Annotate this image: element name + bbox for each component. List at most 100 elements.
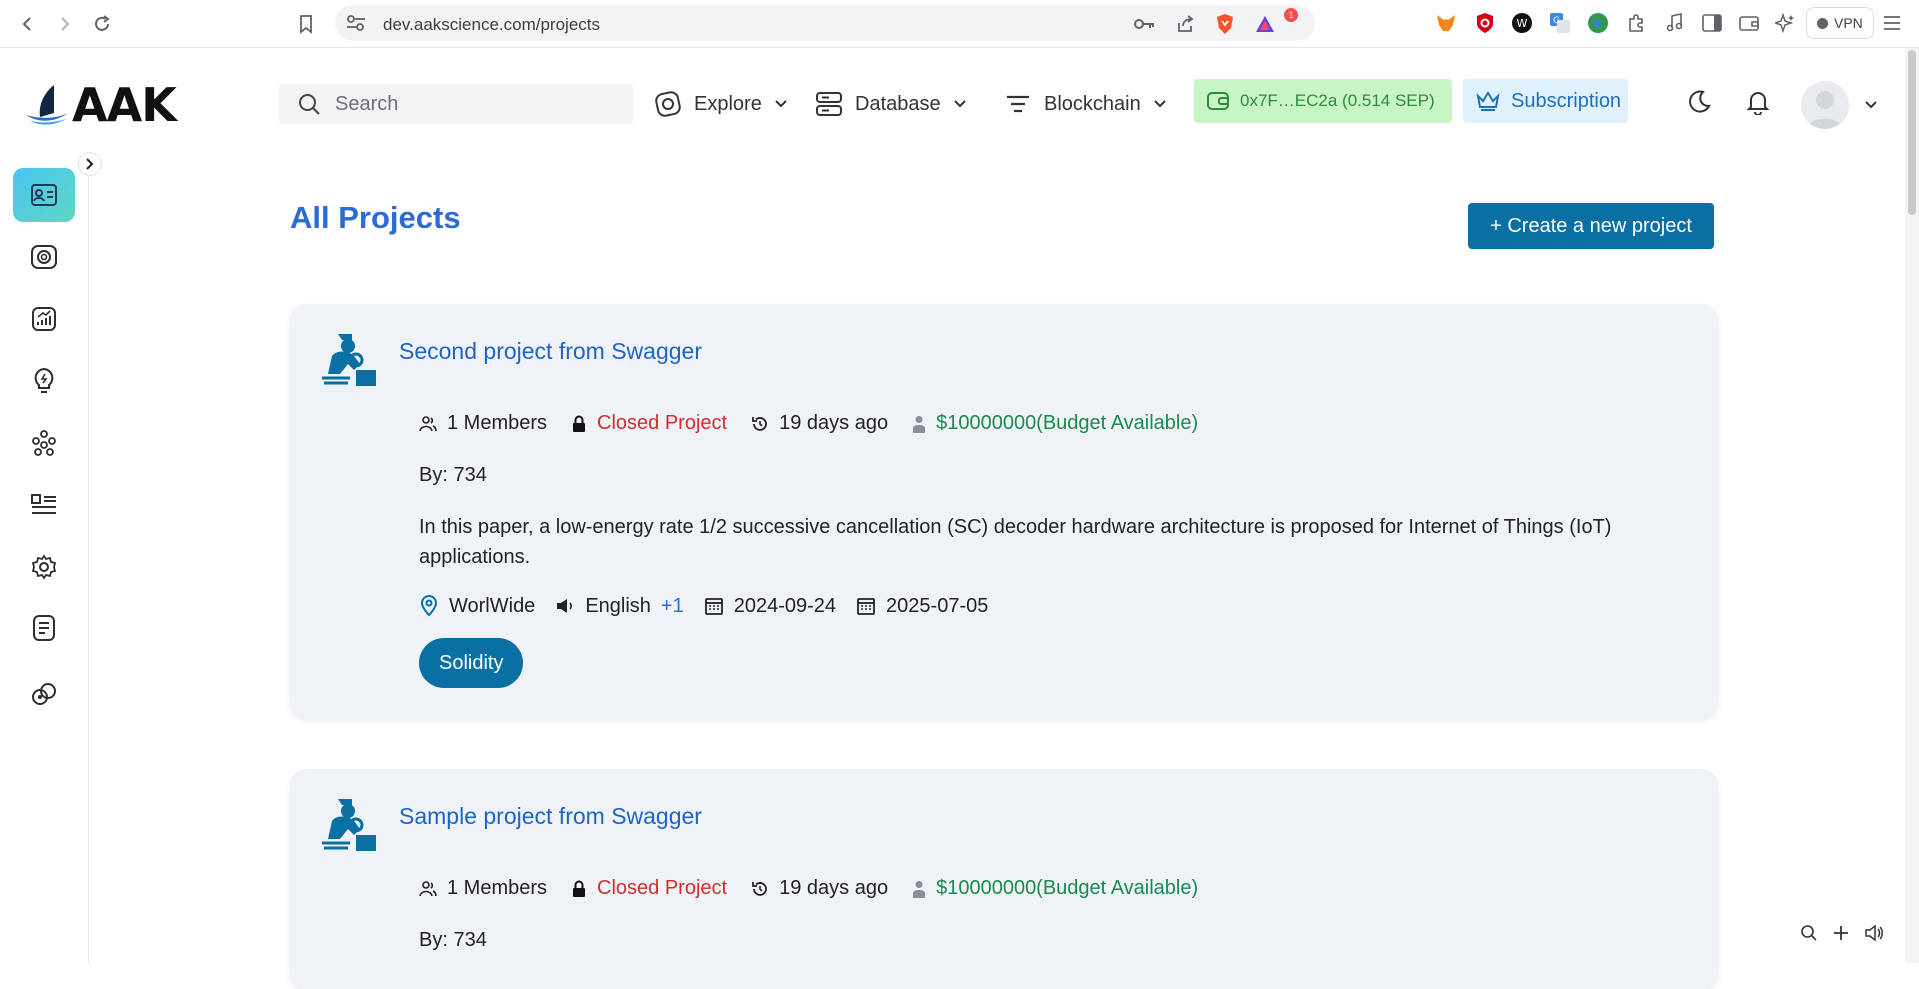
- floating-tools: [1800, 924, 1884, 942]
- sidebar-item-settings[interactable]: [13, 540, 75, 594]
- leo-ai-icon[interactable]: [1773, 11, 1797, 35]
- music-note-icon[interactable]: [1662, 11, 1686, 35]
- sidebar-item-media[interactable]: [13, 230, 75, 284]
- menu-explore[interactable]: Explore: [654, 85, 788, 123]
- menu-explore-label: Explore: [694, 92, 762, 115]
- document-icon: [31, 614, 57, 642]
- forward-icon[interactable]: [50, 10, 78, 38]
- search-icon[interactable]: [1800, 924, 1818, 942]
- translate-icon[interactable]: G: [1548, 11, 1572, 35]
- project-end-date: 2025-07-05: [856, 595, 988, 618]
- search-icon: [297, 92, 321, 116]
- members-count: 1 Members: [419, 877, 547, 900]
- browser-toolbar: dev.aakscience.com/projects 1 W G VPN: [0, 0, 1919, 48]
- calendar-icon: [704, 596, 724, 616]
- page-title: All Projects: [290, 200, 461, 235]
- url-text: dev.aakscience.com/projects: [383, 15, 601, 34]
- scrollbar-thumb[interactable]: [1908, 50, 1916, 215]
- wallet-icon[interactable]: [1737, 11, 1761, 35]
- browser-menu-icon[interactable]: [1880, 11, 1904, 35]
- svg-text:W: W: [1517, 17, 1528, 30]
- menu-blockchain-label: Blockchain: [1044, 92, 1141, 115]
- project-status: Closed Project: [571, 877, 727, 900]
- link-icon: [30, 680, 58, 708]
- search-input[interactable]: [335, 92, 615, 116]
- share-icon[interactable]: [1173, 12, 1197, 36]
- project-tag[interactable]: Solidity: [419, 638, 524, 688]
- globe-extension-icon[interactable]: [1586, 11, 1610, 35]
- app-header: AAK Explore Database Blockchain 0x7F…EC2…: [0, 49, 1905, 159]
- search-box[interactable]: [279, 84, 633, 124]
- brave-shield-icon[interactable]: [1213, 12, 1237, 36]
- extensions-puzzle-icon[interactable]: [1624, 11, 1648, 35]
- time-label: 19 days ago: [779, 412, 889, 434]
- aak-logo[interactable]: AAK: [24, 78, 177, 132]
- menu-blockchain[interactable]: Blockchain: [1004, 85, 1167, 123]
- ublock-icon[interactable]: [1473, 11, 1497, 35]
- wallet-button[interactable]: 0x7F…EC2a (0.514 SEP): [1194, 79, 1452, 123]
- chevron-down-icon: [774, 99, 788, 109]
- budget-label: $10000000(Budget Available): [936, 412, 1199, 434]
- members-label: 1 Members: [447, 877, 548, 899]
- speaker-icon[interactable]: [1864, 924, 1884, 942]
- history-icon: [751, 415, 769, 433]
- sidebar-item-ideas[interactable]: [13, 354, 75, 408]
- key-icon[interactable]: [1133, 12, 1157, 36]
- brave-rewards-icon[interactable]: [1253, 12, 1277, 36]
- sidebar-item-documents[interactable]: [13, 601, 75, 655]
- sidebar-toggle-icon[interactable]: [1700, 11, 1724, 35]
- chevron-down-icon: [1153, 99, 1167, 109]
- project-status: Closed Project: [571, 412, 727, 435]
- menu-database-label: Database: [855, 92, 941, 115]
- end-date-label: 2025-07-05: [886, 594, 989, 617]
- id-card-icon: [30, 183, 58, 207]
- sidebar-item-teams[interactable]: [13, 416, 75, 470]
- project-title[interactable]: Second project from Swagger: [399, 338, 702, 365]
- sidebar-item-integrations[interactable]: [13, 667, 75, 721]
- blockchain-icon: [1004, 90, 1032, 118]
- bell-icon[interactable]: [1742, 86, 1774, 118]
- address-bar[interactable]: dev.aakscience.com/projects: [335, 5, 1315, 41]
- database-icon: [815, 90, 843, 118]
- project-author: By: 734: [419, 929, 487, 951]
- reload-icon[interactable]: [88, 10, 116, 38]
- project-start-date: 2024-09-24: [704, 595, 836, 618]
- crown-icon: [1475, 90, 1501, 112]
- wikiwand-icon[interactable]: W: [1510, 11, 1534, 35]
- lock-icon: [571, 880, 587, 898]
- project-details: WorlWide English +1 2024-09-24 2025-07-0…: [419, 594, 1008, 618]
- project-time: 19 days ago: [751, 877, 888, 900]
- vpn-button[interactable]: VPN: [1806, 7, 1874, 39]
- chevron-down-icon[interactable]: [1855, 89, 1887, 121]
- calendar-icon: [856, 596, 876, 616]
- project-budget: $10000000(Budget Available): [912, 877, 1198, 900]
- dark-mode-icon[interactable]: [1683, 86, 1715, 118]
- language-extra-count[interactable]: +1: [661, 595, 684, 618]
- sail-logo-icon: [26, 85, 68, 125]
- menu-database[interactable]: Database: [815, 85, 967, 123]
- budget-label: $10000000(Budget Available): [936, 877, 1199, 899]
- project-card[interactable]: Second project from Swagger 1 Members Cl…: [290, 304, 1718, 718]
- bookmark-icon[interactable]: [292, 10, 320, 38]
- sidebar-item-projects[interactable]: [13, 168, 75, 222]
- create-project-button[interactable]: + Create a new project: [1468, 203, 1714, 249]
- project-meta: 1 Members Closed Project 19 days ago $10…: [419, 412, 1222, 435]
- project-researcher-icon: [318, 795, 380, 853]
- sidebar-item-list[interactable]: [13, 478, 75, 532]
- chevron-right-icon: [85, 157, 95, 171]
- page-scrollbar[interactable]: [1905, 48, 1919, 963]
- plus-icon[interactable]: [1832, 924, 1850, 942]
- subscription-button[interactable]: Subscription: [1463, 79, 1628, 123]
- start-date-label: 2024-09-24: [733, 594, 837, 617]
- metamask-icon[interactable]: [1434, 11, 1458, 35]
- person-icon: [912, 880, 926, 898]
- back-icon[interactable]: [14, 10, 42, 38]
- avatar[interactable]: [1801, 81, 1849, 129]
- project-card[interactable]: Sample project from Swagger 1 Members Cl…: [290, 769, 1718, 989]
- team-icon: [30, 429, 58, 457]
- site-settings-icon[interactable]: [345, 13, 367, 33]
- sidebar-collapse-button[interactable]: [78, 152, 102, 176]
- sidebar-item-analytics[interactable]: [13, 292, 75, 346]
- project-title[interactable]: Sample project from Swagger: [399, 803, 702, 830]
- location-pin-icon: [419, 594, 439, 618]
